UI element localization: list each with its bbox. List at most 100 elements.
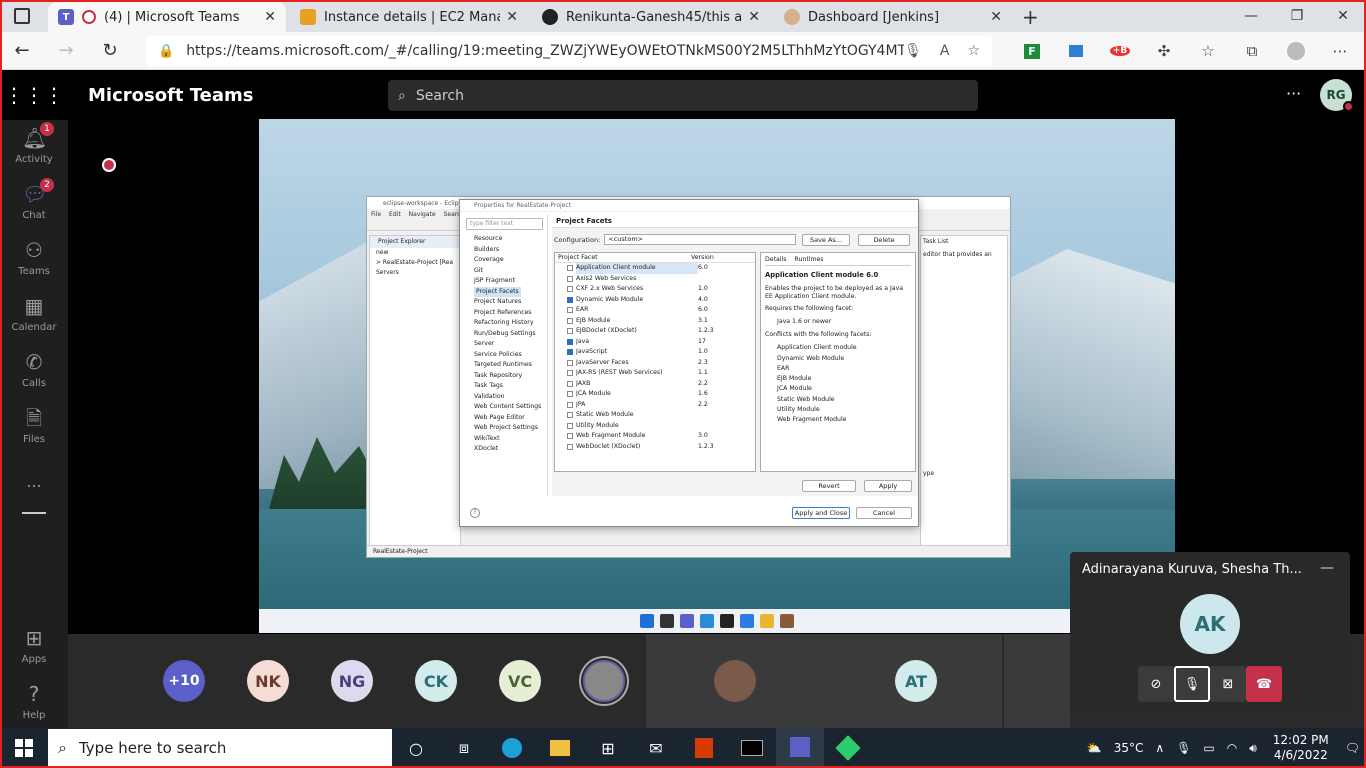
rail-item-files[interactable]: 🗎︎ Files — [0, 406, 68, 445]
browser-tab-ec2[interactable]: Instance details | EC2 Manageme ✕ — [290, 2, 528, 32]
participant-photo[interactable] — [583, 660, 625, 702]
favorite-add-icon[interactable]: ☆ — [967, 43, 980, 59]
panel-text: editor that provides an — [923, 251, 992, 258]
mail-icon[interactable]: ✉ — [632, 728, 680, 768]
store-icon[interactable]: ⊞ — [584, 728, 632, 768]
search-input[interactable]: ⌕ Search — [388, 80, 978, 111]
terminal-icon[interactable] — [728, 728, 776, 768]
details-title: Application Client module 6.0 — [765, 271, 879, 279]
terminal-icon — [720, 614, 734, 628]
rail-item-apps[interactable]: ⊞ Apps — [0, 626, 68, 665]
file-explorer-icon[interactable] — [536, 728, 584, 768]
facet-row: CXF 2.x Web Services 1.0 — [555, 284, 755, 295]
nav-item-label: Web Project Settings — [474, 424, 538, 431]
participant-avatar[interactable]: VC — [499, 660, 541, 702]
share-screen-icon[interactable]: ⊠ — [1210, 666, 1246, 702]
temperature[interactable]: 35°C — [1114, 741, 1144, 755]
rail-item-activity[interactable]: 🔔︎ 1 Activity — [0, 122, 68, 165]
close-tab-icon[interactable]: ✕ — [506, 9, 518, 25]
taskbar-search-input[interactable]: ⌕ Type here to search — [48, 729, 392, 767]
requires-label: Requires the following facet: — [765, 305, 854, 312]
task-view-icon[interactable]: ⧈ — [440, 728, 488, 768]
participant-photo[interactable] — [714, 660, 756, 702]
facet-checkbox — [567, 359, 573, 366]
participant-avatar[interactable]: NK — [247, 660, 289, 702]
microphone-icon[interactable]: 🎙︎ — [1176, 741, 1191, 755]
git-icon[interactable] — [824, 728, 872, 768]
participant-avatar[interactable]: CK — [415, 660, 457, 702]
forward-button[interactable]: → — [44, 32, 88, 70]
extension-blue-icon[interactable] — [1054, 36, 1098, 66]
address-bar[interactable]: 🔒 https://teams.microsoft.com/_#/calling… — [146, 36, 992, 66]
nav-item: Git — [474, 266, 547, 277]
more-options-icon[interactable]: ··· — [1286, 84, 1301, 103]
close-window-icon[interactable]: ✕ — [1320, 0, 1366, 32]
rail-item-calendar[interactable]: ▦ Calendar — [0, 294, 68, 333]
clock[interactable]: 12:02 PM 4/6/2022 — [1273, 733, 1329, 763]
speaker-avatar: AK — [1180, 594, 1240, 654]
rail-item-help[interactable]: ? Help — [0, 682, 68, 721]
restore-icon[interactable]: ❐ — [1274, 0, 1320, 32]
browser-tab-teams[interactable]: T (4) | Microsoft Teams ✕ — [48, 2, 286, 32]
phone-icon: ✆ — [25, 350, 43, 374]
facet-name: EJBDoclet (XDoclet) — [576, 327, 637, 334]
edge-icon[interactable] — [488, 728, 536, 768]
volume-icon[interactable]: 🔊︎ — [1249, 741, 1257, 756]
extension-red-icon[interactable]: +B — [1098, 36, 1142, 66]
user-avatar[interactable]: RG — [1320, 79, 1354, 112]
close-tab-icon[interactable]: ✕ — [748, 9, 760, 25]
facet-name: EAR — [576, 306, 589, 313]
app-launcher-icon[interactable]: ⋮⋮⋮ — [0, 83, 68, 107]
facet-checkbox — [567, 275, 573, 282]
extensions-icon[interactable]: ✣ — [1142, 36, 1186, 66]
nav-item: Project Natures — [474, 297, 547, 308]
minimize-icon[interactable]: — — [1228, 0, 1274, 32]
facet-name: Utility Module — [576, 421, 619, 429]
taskbar-search-placeholder: Type here to search — [78, 739, 227, 757]
participant-avatar[interactable]: NG — [331, 660, 373, 702]
overflow-participants[interactable]: +10 — [163, 660, 205, 702]
favorites-icon[interactable]: ☆ — [1186, 36, 1230, 66]
facet-checkbox — [567, 349, 573, 356]
cortana-icon[interactable]: ○ — [392, 728, 440, 768]
collections-icon[interactable]: ⧉ — [1230, 36, 1274, 66]
leave-call-icon[interactable]: ☎ — [1246, 666, 1282, 702]
extension-green-icon[interactable]: F — [1010, 36, 1054, 66]
teams-icon[interactable] — [776, 728, 824, 768]
notifications-icon[interactable]: 🗨 — [1345, 741, 1360, 755]
requires-item: Java 1.6 or newer — [777, 318, 832, 325]
browser-tab-jenkins[interactable]: Dashboard [Jenkins] ✕ — [774, 2, 1012, 32]
read-aloud-icon[interactable]: A — [940, 43, 950, 59]
browser-tab-github[interactable]: Renikunta-Ganesh45/this at Proj ✕ — [532, 2, 770, 32]
start-button[interactable] — [0, 728, 48, 768]
nav-item-label: Project Natures — [474, 298, 522, 305]
rail-more-apps[interactable]: ... — [0, 472, 68, 491]
new-tab-button[interactable]: + — [1022, 2, 1039, 32]
rail-item-chat[interactable]: 💬︎ 2 Chat — [0, 178, 68, 221]
office-icon[interactable] — [680, 728, 728, 768]
participant-avatar[interactable]: AT — [895, 660, 937, 702]
settings-more-icon[interactable]: ⋯ — [1318, 36, 1362, 66]
back-button[interactable]: ← — [0, 32, 44, 70]
rail-item-teams[interactable]: ⚇ Teams — [0, 238, 68, 277]
close-tab-icon[interactable]: ✕ — [990, 9, 1002, 25]
chevron-up-icon[interactable]: ∧ — [1155, 741, 1164, 755]
rail-divider — [22, 512, 46, 514]
window-menu-icon[interactable] — [14, 8, 30, 24]
lock-icon[interactable]: 🔒 — [158, 44, 174, 59]
jenkins-icon — [784, 9, 800, 25]
weather-icon[interactable]: ⛅ — [1087, 741, 1102, 755]
battery-icon[interactable]: ▭ — [1203, 741, 1214, 755]
camera-off-icon[interactable]: ⊘ — [1138, 666, 1174, 702]
overflow-count: +10 — [168, 673, 200, 689]
wifi-icon[interactable]: ◠ — [1227, 741, 1237, 755]
refresh-button[interactable]: ↻ — [88, 32, 132, 70]
microphone-icon[interactable]: 🎙 — [904, 43, 922, 59]
profile-icon[interactable] — [1274, 36, 1318, 66]
rail-item-calls[interactable]: ✆ Calls — [0, 350, 68, 389]
close-tab-icon[interactable]: ✕ — [264, 9, 276, 25]
mic-muted-icon[interactable]: 🎙︎ — [1174, 666, 1210, 702]
teams-brand: Microsoft Teams — [88, 84, 254, 106]
url-text[interactable]: https://teams.microsoft.com/_#/calling/1… — [186, 43, 904, 59]
minimize-icon[interactable]: — — [1320, 560, 1334, 576]
